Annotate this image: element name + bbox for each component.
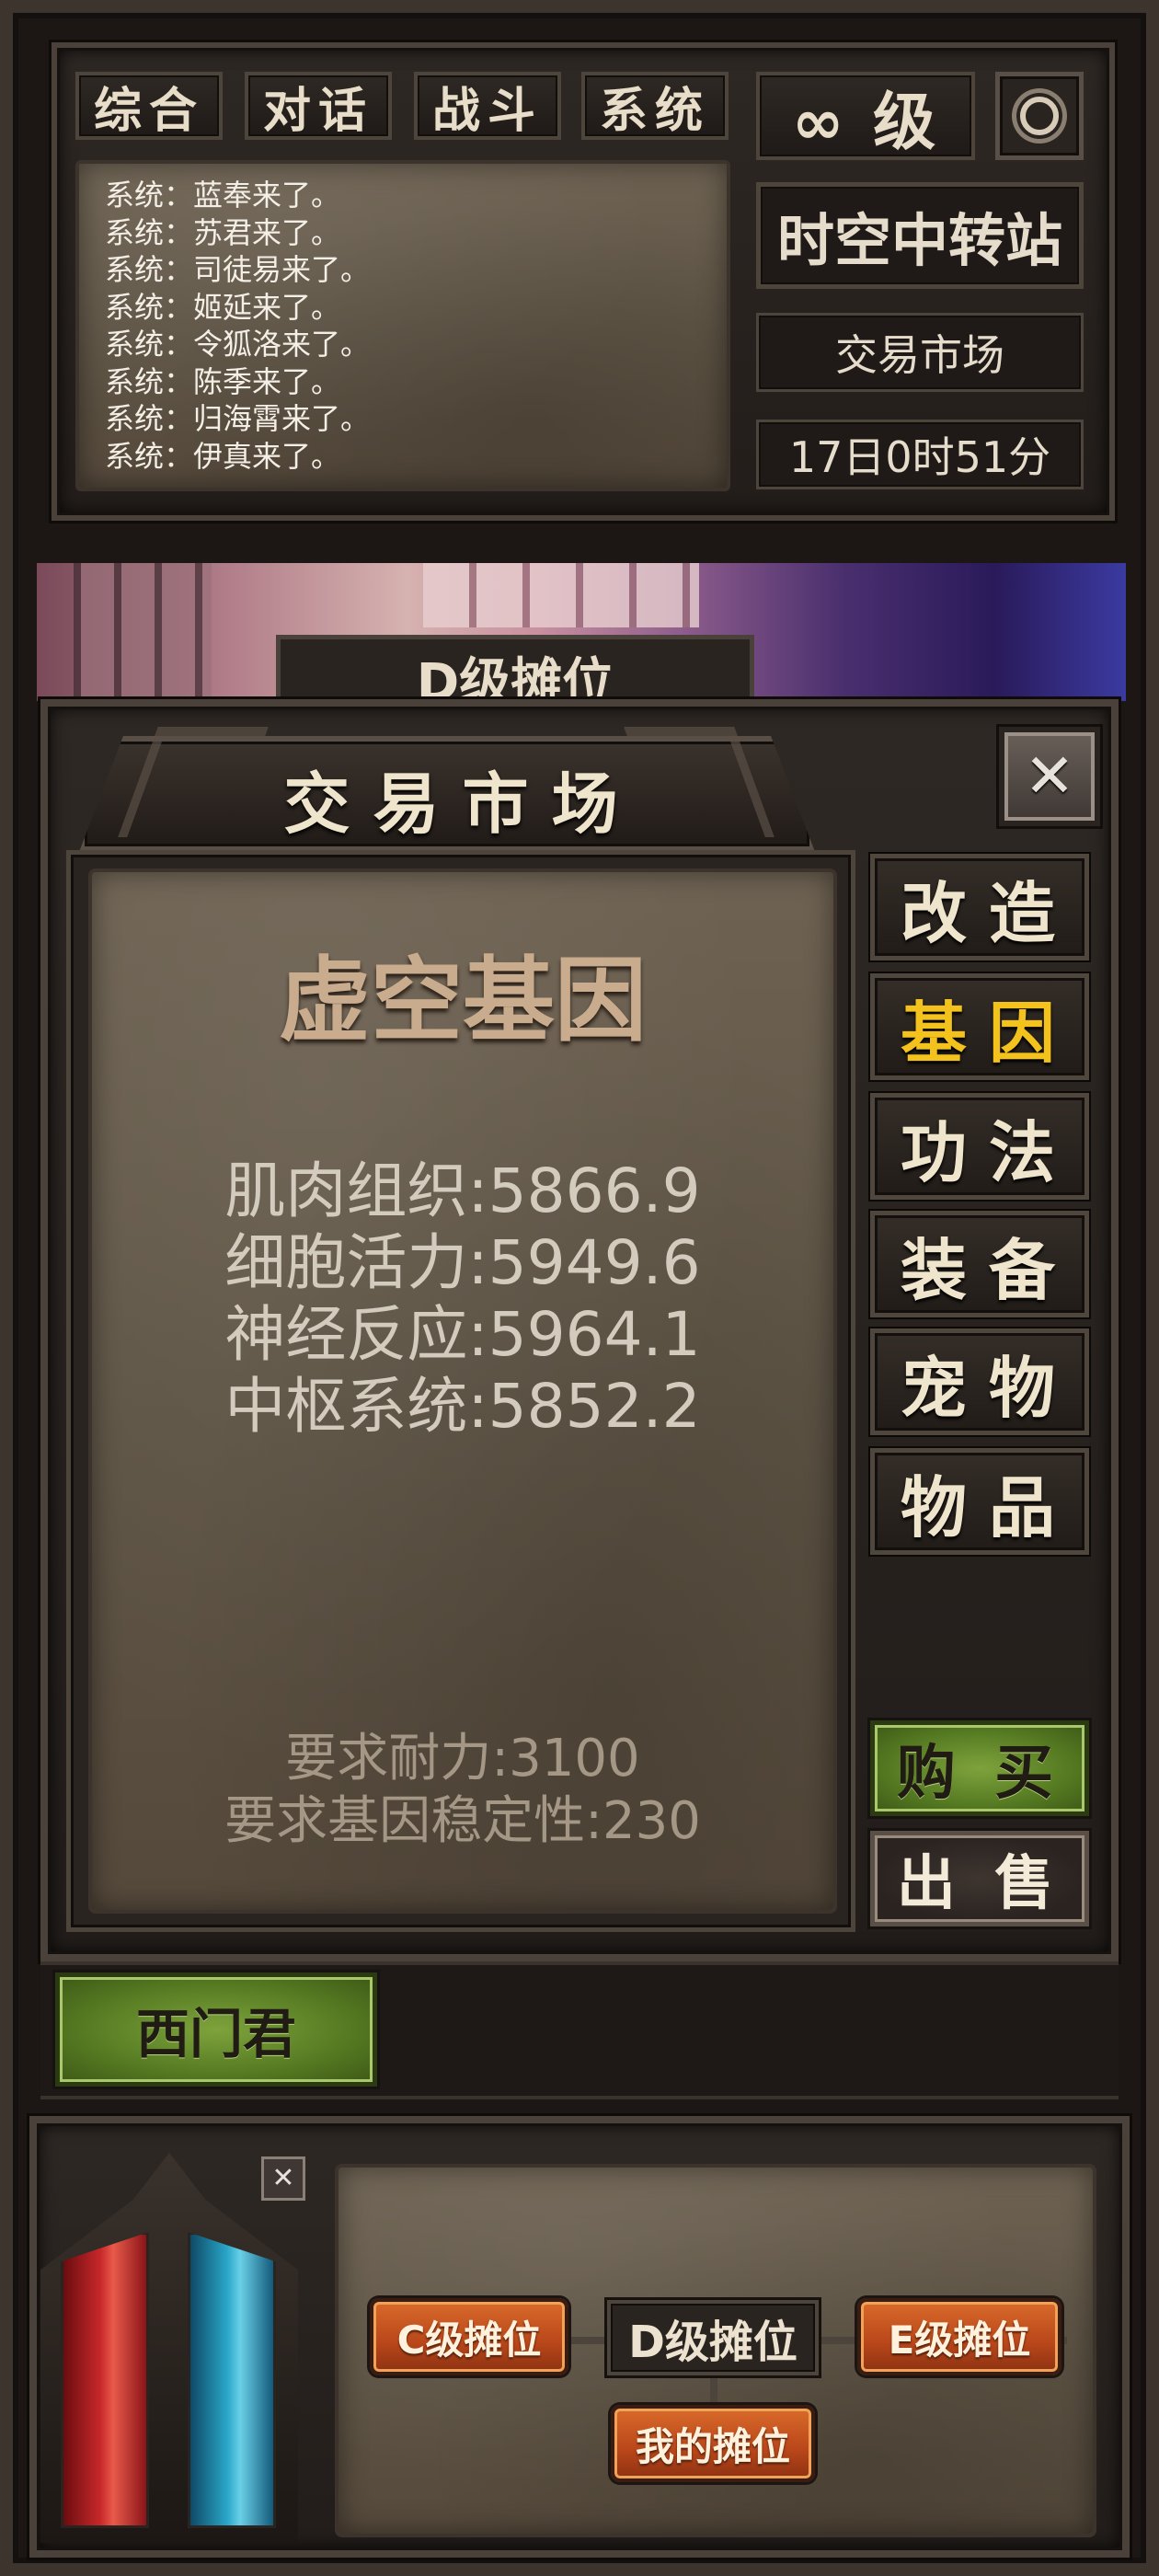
level-display: ∞ 级 (756, 72, 975, 160)
close-icon: ✕ (271, 2162, 295, 2194)
stat-central: 中枢系统:5852.2 (224, 1371, 701, 1442)
chat-line: 系统：姬延来了。 (105, 289, 341, 325)
tab-dialogue[interactable]: 对话 (245, 72, 392, 140)
stat-cell: 细胞活力:5949.6 (224, 1227, 701, 1298)
stall-c-button[interactable]: C级摊位 (370, 2298, 568, 2375)
item-name: 虚空基因 (279, 947, 647, 1054)
req-stability: 要求基因稳定性:230 (224, 1791, 701, 1851)
tab-system[interactable]: 系统 (581, 72, 729, 140)
stat-muscle: 肌肉组织:5866.9 (224, 1156, 701, 1226)
location-title: 时空中转站 (756, 182, 1084, 289)
close-button[interactable]: ✕ (999, 727, 1100, 826)
chat-line: 系统：蓝奉来了。 (105, 178, 341, 213)
seller-name-button[interactable]: 西门君 (55, 1972, 377, 2087)
chat-line: 系统：归海霄来了。 (105, 401, 371, 436)
tab-general[interactable]: 综合 (75, 72, 223, 140)
buy-button[interactable]: 购 买 (870, 1720, 1089, 1816)
category-gene[interactable]: 基因 (870, 973, 1089, 1080)
mp-gauge (188, 2232, 276, 2528)
category-skill[interactable]: 功法 (870, 1093, 1089, 1200)
category-modify[interactable]: 改造 (870, 854, 1089, 960)
item-requirements: 要求耐力:3100 要求基因稳定性:230 (88, 1728, 837, 1853)
stat-nerve: 神经反应:5964.1 (224, 1299, 701, 1370)
hp-gauge (61, 2232, 149, 2528)
chat-line: 系统：苏君来了。 (105, 214, 341, 250)
category-items[interactable]: 物品 (870, 1448, 1089, 1555)
game-time: 17日0时51分 (756, 420, 1084, 489)
category-pet[interactable]: 宠物 (870, 1328, 1089, 1435)
sell-button[interactable]: 出 售 (870, 1831, 1089, 1926)
category-equipment[interactable]: 装备 (870, 1211, 1089, 1317)
sub-location[interactable]: 交易市场 (756, 313, 1084, 392)
chat-line: 系统：陈季来了。 (105, 363, 341, 399)
chat-line: 系统：伊真来了。 (105, 438, 341, 474)
stall-panel-close-button[interactable]: ✕ (261, 2156, 305, 2201)
chat-log[interactable]: 系统：蓝奉来了。 系统：苏君来了。 系统：司徒易来了。 系统：姬延来了。 系统：… (75, 160, 730, 491)
item-stats: 肌肉组织:5866.9 细胞活力:5949.6 神经反应:5964.1 中枢系统… (88, 1156, 837, 1443)
stall-d-button[interactable]: D级摊位 (607, 2300, 819, 2375)
chat-line: 系统：令狐洛来了。 (105, 327, 371, 362)
stall-e-button[interactable]: E级摊位 (857, 2298, 1061, 2375)
gear-icon (1020, 97, 1059, 135)
settings-button[interactable] (995, 72, 1084, 160)
tab-battle[interactable]: 战斗 (414, 72, 561, 140)
scene-window (423, 563, 699, 627)
close-icon: ✕ (1024, 741, 1075, 811)
req-endurance: 要求耐力:3100 (285, 1729, 640, 1788)
my-stall-button[interactable]: 我的摊位 (611, 2405, 815, 2482)
market-title: 交 易 市 场 (283, 765, 618, 843)
chat-line: 系统：司徒易来了。 (105, 252, 371, 287)
scene-window (74, 563, 212, 701)
